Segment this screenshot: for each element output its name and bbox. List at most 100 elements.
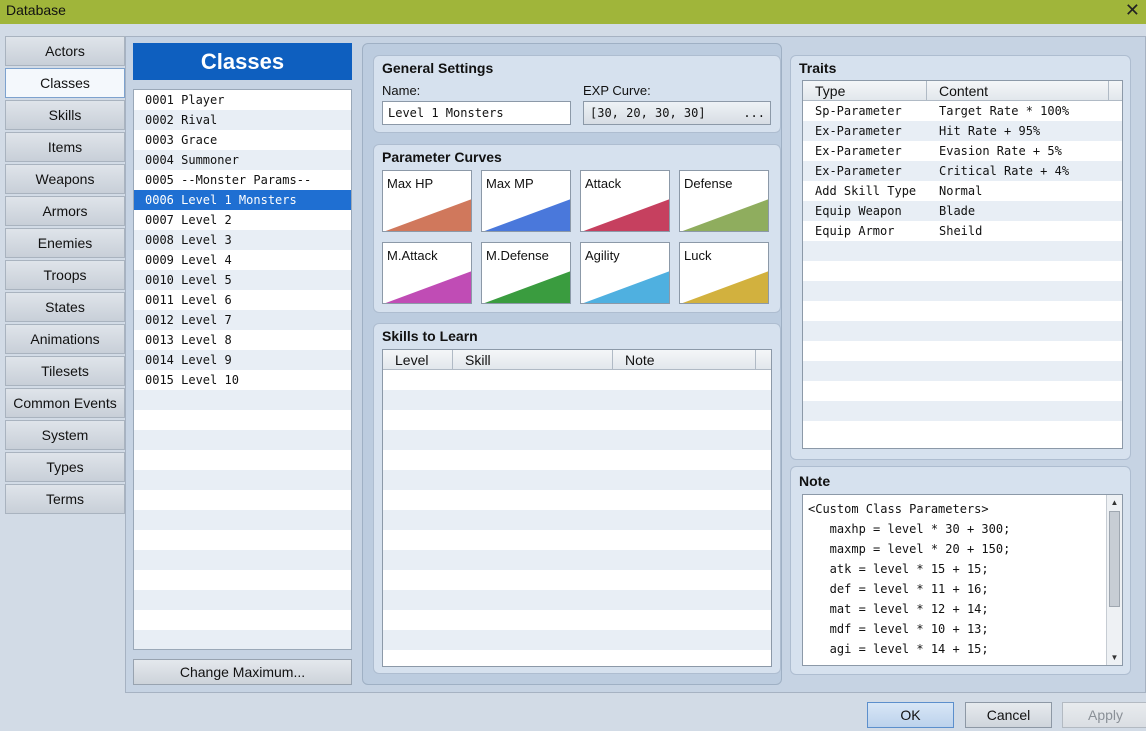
curve-agility[interactable]: Agility: [580, 242, 670, 304]
scroll-up-icon[interactable]: ▲: [1107, 495, 1122, 510]
skills-table-row[interactable]: [383, 470, 771, 490]
class-list-item[interactable]: 0002 Rival: [134, 110, 351, 130]
cancel-button[interactable]: Cancel: [965, 702, 1052, 728]
skills-table-row[interactable]: [383, 410, 771, 430]
traits-col-content[interactable]: Content: [927, 81, 1109, 101]
nav-item-troops[interactable]: Troops: [5, 260, 125, 290]
class-list-item[interactable]: 0001 Player: [134, 90, 351, 110]
class-list-empty-row[interactable]: [134, 530, 351, 550]
class-list-empty-row[interactable]: [134, 390, 351, 410]
curve-m-defense[interactable]: M.Defense: [481, 242, 571, 304]
skills-table-row[interactable]: [383, 510, 771, 530]
class-list-item[interactable]: 0007 Level 2: [134, 210, 351, 230]
note-scrollbar[interactable]: ▲ ▼: [1106, 495, 1122, 665]
class-list-item[interactable]: 0003 Grace: [134, 130, 351, 150]
class-list-item[interactable]: 0010 Level 5: [134, 270, 351, 290]
traits-table-row[interactable]: Ex-Parameter Critical Rate + 4%: [803, 161, 1122, 181]
nav-item-classes[interactable]: Classes: [5, 68, 125, 98]
traits-table-row[interactable]: Equip Armor Sheild: [803, 221, 1122, 241]
skills-table-row[interactable]: [383, 430, 771, 450]
traits-table-row[interactable]: [803, 401, 1122, 421]
class-list-item[interactable]: 0012 Level 7: [134, 310, 351, 330]
skills-table-row[interactable]: [383, 610, 771, 630]
nav-item-common-events[interactable]: Common Events: [5, 388, 125, 418]
traits-table-row[interactable]: Add Skill Type Normal: [803, 181, 1122, 201]
class-list-item[interactable]: 0005 --Monster Params--: [134, 170, 351, 190]
apply-button[interactable]: Apply: [1062, 702, 1146, 728]
traits-table-row[interactable]: [803, 261, 1122, 281]
traits-table-row[interactable]: [803, 421, 1122, 441]
name-input[interactable]: Level 1 Monsters: [382, 101, 571, 125]
class-list-empty-row[interactable]: [134, 410, 351, 430]
traits-table-row[interactable]: Sp-Parameter Target Rate * 100%: [803, 101, 1122, 121]
class-list[interactable]: 0001 Player 0002 Rival 0003 Grace 0004 Summ…: [133, 89, 352, 650]
curve-defense[interactable]: Defense: [679, 170, 769, 232]
skills-table-row[interactable]: [383, 590, 771, 610]
traits-table-row[interactable]: [803, 341, 1122, 361]
class-list-empty-row[interactable]: [134, 450, 351, 470]
nav-item-types[interactable]: Types: [5, 452, 125, 482]
class-list-item[interactable]: 0011 Level 6: [134, 290, 351, 310]
class-list-empty-row[interactable]: [134, 430, 351, 450]
curve-max-hp[interactable]: Max HP: [382, 170, 472, 232]
traits-table-row[interactable]: [803, 321, 1122, 341]
class-list-empty-row[interactable]: [134, 610, 351, 630]
traits-table-row[interactable]: Ex-Parameter Hit Rate + 95%: [803, 121, 1122, 141]
nav-item-animations[interactable]: Animations: [5, 324, 125, 354]
class-list-empty-row[interactable]: [134, 490, 351, 510]
close-icon[interactable]: ✕: [1125, 0, 1140, 21]
nav-item-tilesets[interactable]: Tilesets: [5, 356, 125, 386]
skills-table-row[interactable]: [383, 650, 771, 666]
class-list-empty-row[interactable]: [134, 510, 351, 530]
skills-table-row[interactable]: [383, 570, 771, 590]
curve-attack[interactable]: Attack: [580, 170, 670, 232]
traits-table-row[interactable]: [803, 361, 1122, 381]
nav-item-armors[interactable]: Armors: [5, 196, 125, 226]
class-list-item[interactable]: 0008 Level 3: [134, 230, 351, 250]
class-list-empty-row[interactable]: [134, 550, 351, 570]
nav-item-enemies[interactable]: Enemies: [5, 228, 125, 258]
class-list-item[interactable]: 0015 Level 10: [134, 370, 351, 390]
skills-table-row[interactable]: [383, 450, 771, 470]
skills-table-row[interactable]: [383, 390, 771, 410]
class-list-empty-row[interactable]: [134, 570, 351, 590]
class-list-item[interactable]: 0006 Level 1 Monsters: [134, 190, 351, 210]
note-textarea[interactable]: <Custom Class Parameters> maxhp = level …: [802, 494, 1123, 666]
scroll-thumb[interactable]: [1109, 511, 1120, 607]
ok-button[interactable]: OK: [867, 702, 954, 728]
traits-table[interactable]: Type Content Sp-Parameter Target Rate * 1…: [802, 80, 1123, 449]
class-list-empty-row[interactable]: [134, 590, 351, 610]
curve-luck[interactable]: Luck: [679, 242, 769, 304]
skills-col-level[interactable]: Level: [383, 350, 453, 370]
change-maximum-button[interactable]: Change Maximum...: [133, 659, 352, 685]
curve-m-attack[interactable]: M.Attack: [382, 242, 472, 304]
traits-table-row[interactable]: [803, 301, 1122, 321]
skills-table-row[interactable]: [383, 630, 771, 650]
nav-item-states[interactable]: States: [5, 292, 125, 322]
class-list-item[interactable]: 0009 Level 4: [134, 250, 351, 270]
traits-table-row[interactable]: [803, 241, 1122, 261]
nav-item-weapons[interactable]: Weapons: [5, 164, 125, 194]
class-list-empty-row[interactable]: [134, 470, 351, 490]
skills-table[interactable]: Level Skill Note: [382, 349, 772, 667]
skills-table-row[interactable]: [383, 530, 771, 550]
curve-max-mp[interactable]: Max MP: [481, 170, 571, 232]
skills-table-row[interactable]: [383, 490, 771, 510]
class-list-item[interactable]: 0004 Summoner: [134, 150, 351, 170]
scroll-down-icon[interactable]: ▼: [1107, 650, 1122, 665]
traits-col-type[interactable]: Type: [803, 81, 927, 101]
traits-table-row[interactable]: Ex-Parameter Evasion Rate + 5%: [803, 141, 1122, 161]
nav-item-system[interactable]: System: [5, 420, 125, 450]
exp-curve-ellipsis-button[interactable]: ...: [743, 102, 765, 124]
nav-item-items[interactable]: Items: [5, 132, 125, 162]
skills-table-row[interactable]: [383, 370, 771, 390]
traits-table-row[interactable]: [803, 381, 1122, 401]
class-list-item[interactable]: 0013 Level 8: [134, 330, 351, 350]
skills-col-skill[interactable]: Skill: [453, 350, 613, 370]
traits-table-row[interactable]: Equip Weapon Blade: [803, 201, 1122, 221]
exp-curve-field[interactable]: [30, 20, 30, 30] ...: [583, 101, 771, 125]
nav-item-actors[interactable]: Actors: [5, 36, 125, 66]
traits-table-row[interactable]: [803, 281, 1122, 301]
class-list-item[interactable]: 0014 Level 9: [134, 350, 351, 370]
skills-table-row[interactable]: [383, 550, 771, 570]
